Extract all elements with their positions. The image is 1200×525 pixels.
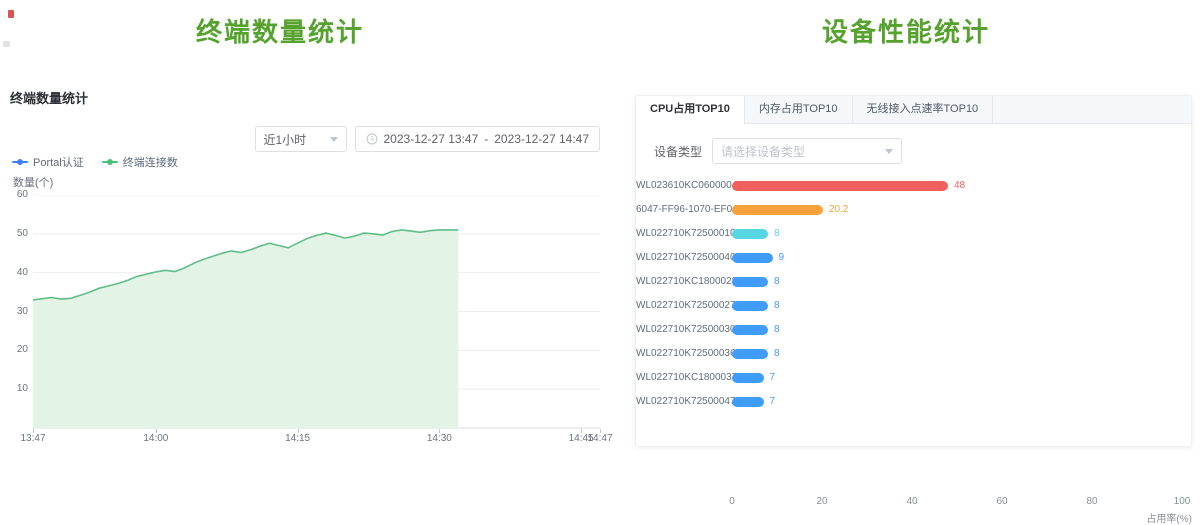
bar — [732, 229, 768, 239]
date-range-picker[interactable]: 2023-12-27 13:47 - 2023-12-27 14:47 — [355, 126, 601, 152]
bar-category-label: WL022710KC18000372 — [636, 366, 726, 390]
y-tick-label: 20 — [4, 343, 28, 357]
trend-legend: Portal认证 终端连接数 — [12, 154, 178, 170]
bar-value-label: 8 — [774, 294, 780, 318]
legend-item[interactable]: 终端连接数 — [102, 154, 178, 170]
clock-icon — [366, 133, 378, 145]
date-end: 2023-12-27 14:47 — [494, 132, 589, 146]
device-performance-panel: 设备性能统计 CPU占用TOP10内存占用TOP10无线接入点速率TOP10 设… — [632, 0, 1200, 456]
date-separator: - — [484, 132, 488, 146]
bar — [732, 373, 764, 383]
bar-row: WL022710KC18000372 7 — [636, 366, 1193, 390]
bar-value-label: 8 — [774, 342, 780, 366]
bar — [732, 181, 948, 191]
tab-cpu-top10[interactable]: CPU占用TOP10 — [636, 96, 745, 124]
bar-value-label: 7 — [770, 366, 776, 390]
time-range-value: 近1小时 — [264, 131, 307, 148]
bar-row: WL023610KC06000043 48 — [636, 174, 1193, 198]
bar-row: WL022710K725000369 8 — [636, 342, 1193, 366]
bar-value-label: 48 — [954, 174, 965, 198]
x-tick-label: 14:47 — [580, 433, 620, 444]
y-tick-label: 30 — [4, 305, 28, 319]
y-tick-label: 60 — [4, 188, 28, 202]
bar-x-tick-label: 20 — [804, 496, 840, 507]
x-tick-mark — [298, 429, 299, 433]
bar-category-label: WL022710K725000272 — [636, 294, 726, 318]
bar-category-label: WL022710K725000307 — [636, 318, 726, 342]
bar-value-label: 8 — [774, 270, 780, 294]
bar — [732, 349, 768, 359]
cpu-top10-bar-chart: 占用率(%) WL023610KC06000043486047-FF96-107… — [636, 174, 1193, 444]
trend-controls: 近1小时 2023-12-27 13:47 - 2023-12-27 14:47 — [0, 126, 600, 152]
trend-section-title: 终端数量统计 — [10, 88, 88, 107]
legend-item[interactable]: Portal认证 — [12, 154, 84, 170]
bar-category-label: WL022710K725000409 — [636, 246, 726, 270]
bar-value-label: 7 — [770, 390, 776, 414]
device-type-select[interactable]: 请选择设备类型 — [712, 138, 902, 164]
top10-tabs: CPU占用TOP10内存占用TOP10无线接入点速率TOP10 — [636, 96, 1191, 124]
chevron-down-icon — [885, 149, 893, 154]
chevron-down-icon — [330, 137, 338, 142]
date-start: 2023-12-27 13:47 — [384, 132, 479, 146]
bar-row: WL022710K725000307 8 — [636, 318, 1193, 342]
device-type-label: 设备类型 — [654, 143, 702, 160]
device-type-placeholder: 请选择设备类型 — [721, 143, 805, 160]
bar-row: WL022710K725000470 7 — [636, 390, 1193, 414]
bar-value-label: 8 — [774, 222, 780, 246]
bar-category-label: WL022710K725000102 — [636, 222, 726, 246]
x-tick-label: 14:30 — [419, 433, 459, 444]
trend-area-fill — [33, 230, 458, 428]
left-page-title: 终端数量统计 — [0, 12, 560, 49]
legend-label: Portal认证 — [33, 154, 84, 170]
legend-swatch-icon — [102, 161, 118, 163]
y-tick-label: 50 — [4, 227, 28, 241]
bar-row: WL022710K725000409 9 — [636, 246, 1193, 270]
x-tick-label: 13:47 — [13, 433, 53, 444]
bar-row: WL022710K725000102 8 — [636, 222, 1193, 246]
tab-wireless-rate-top10[interactable]: 无线接入点速率TOP10 — [853, 96, 994, 123]
right-page-title: 设备性能统计 — [632, 12, 1180, 49]
legend-swatch-icon — [12, 161, 28, 163]
bar-x-tick-label: 100 — [1164, 496, 1200, 507]
bar-x-tick-label: 80 — [1074, 496, 1110, 507]
bar-x-tick-label: 0 — [714, 496, 750, 507]
bar-row: WL022710K725000272 8 — [636, 294, 1193, 318]
device-performance-card: CPU占用TOP10内存占用TOP10无线接入点速率TOP10 设备类型 请选择… — [635, 95, 1192, 447]
bar — [732, 301, 768, 311]
bar-category-label: WL023610KC06000043 — [636, 174, 726, 198]
x-tick-mark — [156, 429, 157, 433]
trend-area-chart — [33, 195, 600, 430]
bar-value-label: 9 — [779, 246, 785, 270]
x-tick-mark — [33, 429, 34, 433]
bar — [732, 325, 768, 335]
time-range-select[interactable]: 近1小时 — [255, 126, 347, 152]
bar — [732, 205, 823, 215]
bar-x-tick-label: 40 — [894, 496, 930, 507]
x-tick-mark — [439, 429, 440, 433]
bar-x-axis-title: 占用率(%) — [1132, 510, 1192, 525]
bar-category-label: WL022710KC18000280 — [636, 270, 726, 294]
bar — [732, 397, 764, 407]
bar-value-label: 20.2 — [829, 198, 848, 222]
bar — [732, 253, 773, 263]
bar-row: WL022710KC18000280 8 — [636, 270, 1193, 294]
bar-category-label: WL022710K725000369 — [636, 342, 726, 366]
terminal-stats-panel: 终端数量统计 终端数量统计 近1小时 2023-12-27 13:47 - 20… — [0, 0, 620, 456]
x-tick-mark — [600, 429, 601, 433]
x-tick-label: 14:15 — [278, 433, 318, 444]
legend-label: 终端连接数 — [123, 154, 178, 170]
bar-row: 6047-FF96-1070-EF0A 20.2 — [636, 198, 1193, 222]
bar-value-label: 8 — [774, 318, 780, 342]
bar-x-tick-label: 60 — [984, 496, 1020, 507]
y-tick-label: 40 — [4, 266, 28, 280]
x-tick-label: 14:00 — [136, 433, 176, 444]
bar-category-label: 6047-FF96-1070-EF0A — [636, 198, 726, 222]
tab-memory-top10[interactable]: 内存占用TOP10 — [745, 96, 853, 123]
bar-category-label: WL022710K725000470 — [636, 390, 726, 414]
bar — [732, 277, 768, 287]
y-tick-label: 10 — [4, 382, 28, 396]
device-type-filter-row: 设备类型 请选择设备类型 — [654, 138, 902, 164]
